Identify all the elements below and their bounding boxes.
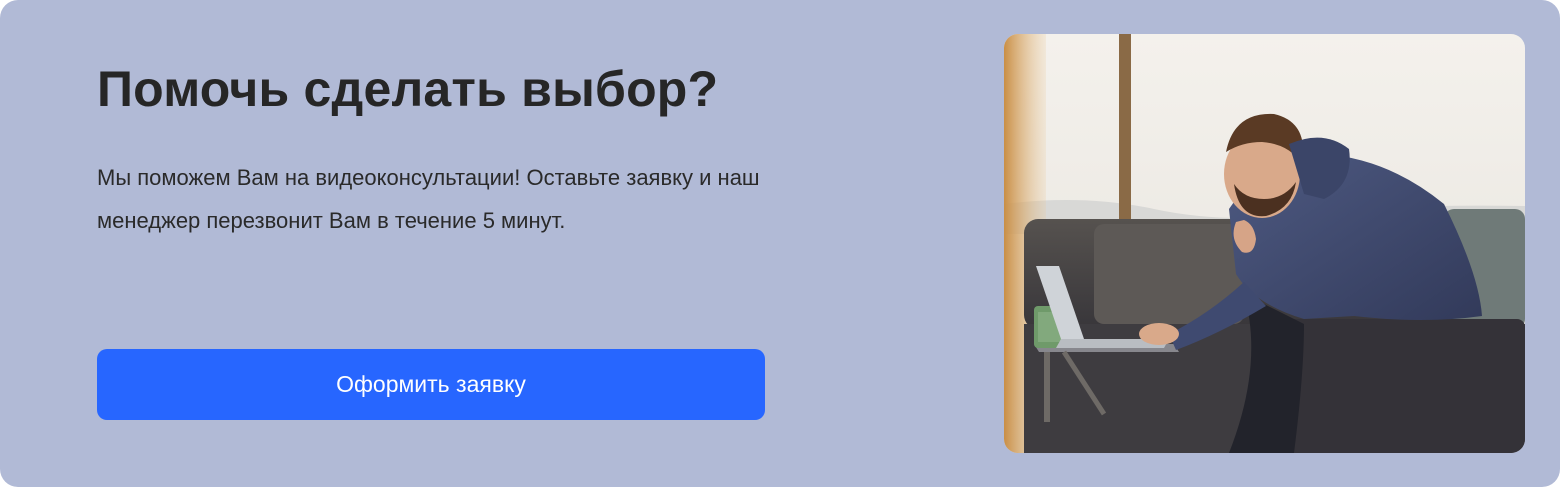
photo-illustration [1004,34,1525,453]
consultation-banner: Помочь сделать выбор? Мы поможем Вам на … [0,0,1560,487]
banner-title: Помочь сделать выбор? [97,61,719,117]
banner-description: Мы поможем Вам на видеоконсультации! Ост… [97,165,760,233]
banner-content: Помочь сделать выбор? Мы поможем Вам на … [97,58,797,233]
submit-request-button[interactable]: Оформить заявку [97,349,765,420]
man-with-laptop-photo [1004,34,1525,453]
